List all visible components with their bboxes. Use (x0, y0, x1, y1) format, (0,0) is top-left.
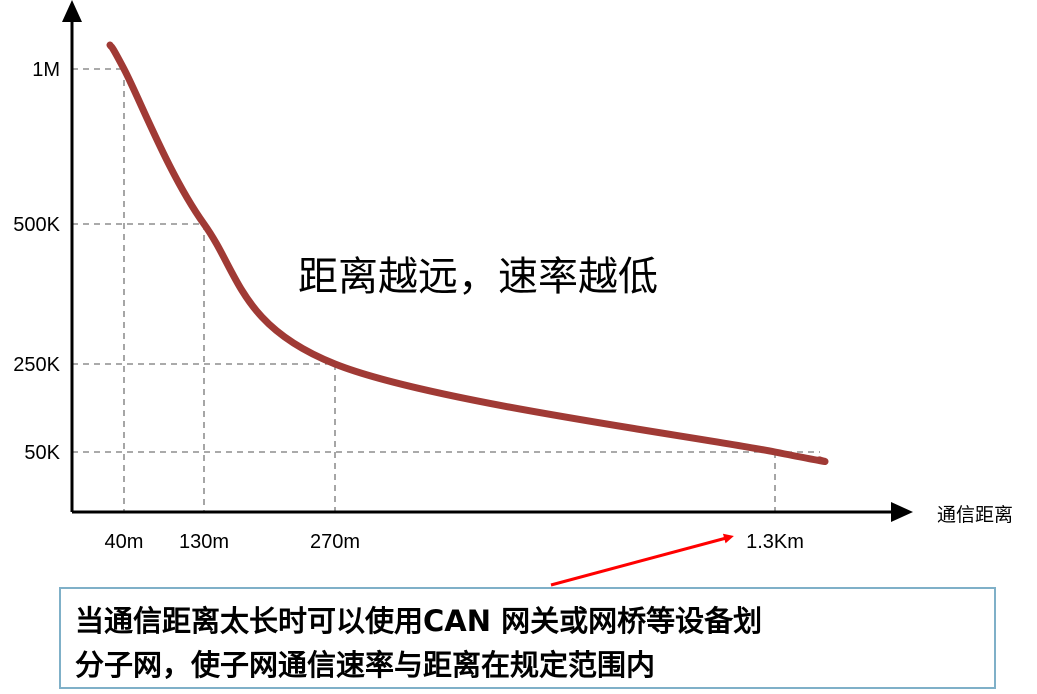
y-axis-arrow (62, 0, 82, 22)
y-tick-label: 250K (13, 354, 60, 376)
x-tick-label: 1.3Km (746, 531, 804, 553)
x-tick-label: 40m (105, 531, 144, 553)
x-axis-arrow (891, 502, 913, 522)
note-line-1: 当通信距离太长时可以使用CAN 网关或网桥等设备划 (75, 604, 763, 638)
y-tick-label: 500K (13, 214, 60, 236)
note-box: 当通信距离太长时可以使用CAN 网关或网桥等设备划 分子网，使子网通信速率与距离… (59, 587, 996, 689)
x-axis-title: 通信距离 (937, 504, 1013, 526)
x-tick-label: 270m (310, 531, 360, 553)
annotation-text: 距离越远，速率越低 (298, 254, 658, 300)
x-tick-label: 130m (179, 531, 229, 553)
y-tick-labels: 1M 500K 250K 50K (13, 59, 60, 464)
x-tick-labels: 40m 130m 270m 1.3Km (105, 531, 804, 553)
callout-arrow (550, 533, 734, 587)
y-tick-label: 1M (32, 59, 60, 81)
y-tick-label: 50K (24, 442, 60, 464)
note-line-2: 分子网，使子网通信速率与距离在规定范围内 (75, 648, 656, 682)
